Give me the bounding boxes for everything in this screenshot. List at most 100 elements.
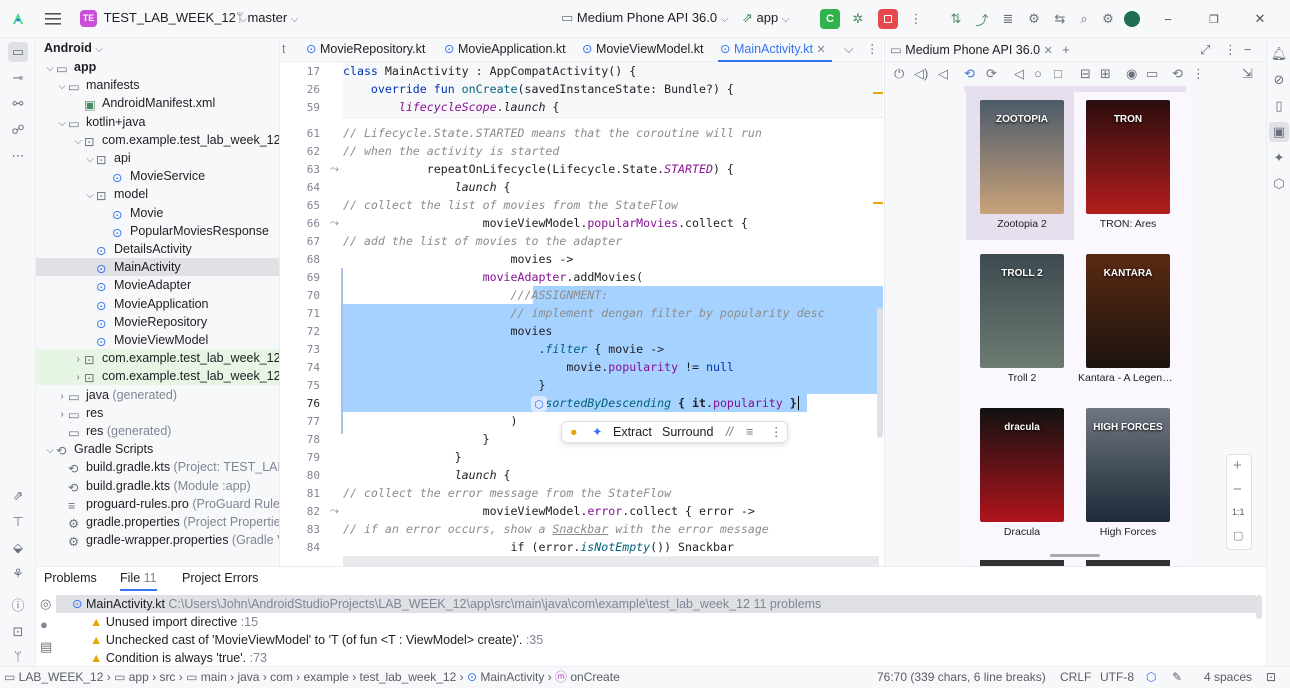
tab-list-button[interactable]: ⌵ <box>842 38 853 62</box>
restore-icon[interactable]: ❐ <box>1204 9 1224 29</box>
zoom-in-icon[interactable]: + <box>1233 457 1242 474</box>
line-number[interactable]: 81 <box>280 487 320 500</box>
gemini-icon[interactable]: ⊘ <box>1269 70 1289 90</box>
tab-project-errors[interactable]: Project Errors <box>182 571 258 585</box>
breadcrumb-item[interactable]: example <box>304 670 349 684</box>
line-number[interactable]: 62 <box>280 145 320 158</box>
horizontal-scrollbar[interactable] <box>343 556 879 566</box>
line-number[interactable]: 82 <box>280 505 320 518</box>
line-number[interactable]: 67 <box>280 235 320 248</box>
minimize-panel-icon[interactable]: − <box>1244 42 1252 57</box>
more-icon[interactable]: ⋮ <box>1192 66 1205 82</box>
chevron-down-icon[interactable]: ⌵ <box>72 133 84 149</box>
line-number[interactable]: 59 <box>280 101 320 114</box>
indent-setting[interactable]: 4 spaces <box>1204 667 1252 688</box>
line-number[interactable]: 80 <box>280 469 320 482</box>
logcat-icon[interactable]: ⚘ <box>8 564 28 584</box>
editor-more-button[interactable]: ⋮ <box>864 38 879 62</box>
lightbulb-icon[interactable]: ● <box>40 617 48 632</box>
chevron-right-icon[interactable]: › <box>72 351 84 367</box>
gemini-icon[interactable]: ✦ <box>592 422 602 442</box>
line-number[interactable]: 68 <box>280 253 320 266</box>
tree-item[interactable]: ▭ res (generated) <box>36 422 279 440</box>
line-number[interactable]: 78 <box>280 433 320 446</box>
tab-movierepository[interactable]: ⊙ MovieRepository.kt <box>304 38 425 62</box>
commit-tool-icon[interactable]: ⊸ <box>8 68 28 88</box>
line-number[interactable]: 61 <box>280 127 320 140</box>
minimize-icon[interactable]: − <box>1158 9 1178 29</box>
more-icon[interactable]: ⋮ <box>770 422 783 442</box>
chevron-right-icon[interactable]: › <box>56 406 68 422</box>
chevron-down-icon[interactable]: ⌵ <box>44 442 56 458</box>
tree-item[interactable]: ⌵ ⟲ Gradle Scripts <box>36 440 279 458</box>
tree-item[interactable]: ⊙ PopularMoviesResponse <box>36 222 279 240</box>
movie-card[interactable]: TROLL 2 Troll 2 <box>972 254 1072 384</box>
add-device-icon[interactable]: + <box>1062 43 1069 57</box>
notifications-icon[interactable]: 🔔︎ <box>1269 44 1289 64</box>
build-variants-icon[interactable]: ⚙ <box>1024 9 1044 29</box>
gradle-icon[interactable]: ⬡ <box>1269 174 1289 194</box>
chevron-down-icon[interactable]: ⌵ <box>84 151 96 167</box>
tree-item[interactable]: ⚙ gradle-wrapper.properties (Gradle Versi… <box>36 531 279 549</box>
problems-tool-icon[interactable]: ⓘ <box>8 594 28 614</box>
tree-item[interactable]: ⊙ Movie <box>36 204 279 222</box>
settings-icon[interactable]: ⚙ <box>1098 9 1118 29</box>
breadcrumb-item[interactable]: src <box>159 670 175 684</box>
branch-selector[interactable]: ᛘ master ⌵ <box>236 10 298 25</box>
line-number[interactable]: 83 <box>280 523 320 536</box>
tree-item[interactable]: ⟲ build.gradle.kts (Project: TEST_LAB_WEE… <box>36 458 279 476</box>
main-menu-icon[interactable] <box>44 10 62 28</box>
lock-icon[interactable]: ⊡ <box>1266 667 1276 688</box>
sdk-manager-icon[interactable]: ≣ <box>998 9 1018 29</box>
line-number[interactable]: 63 <box>280 163 320 176</box>
overview-icon[interactable]: □ <box>1054 66 1062 81</box>
line-number[interactable]: 79 <box>280 451 320 464</box>
line-number[interactable]: 69 <box>280 271 320 284</box>
resource-manager-icon[interactable]: ☍ <box>8 120 28 140</box>
reformat-icon[interactable]: ≡ <box>746 422 753 442</box>
vertical-scrollbar[interactable] <box>877 308 883 438</box>
comment-icon[interactable]: // <box>726 422 733 442</box>
rotate-right-icon[interactable]: ⟳ <box>986 66 997 82</box>
tree-item[interactable]: › ▭ res <box>36 404 279 422</box>
more-actions-icon[interactable]: ⋮ <box>906 9 926 29</box>
ai-assistant-icon[interactable]: ✦ <box>1269 148 1289 168</box>
problem-item[interactable]: ▲ Unused import directive :15 <box>90 613 258 631</box>
tab-mainactivity[interactable]: ⊙ MainActivity.kt ✕ <box>718 38 832 62</box>
terminal-tool-icon[interactable]: ⊤ <box>8 512 28 532</box>
line-number[interactable]: 84 <box>280 541 320 554</box>
surround-button[interactable]: Surround <box>662 422 713 442</box>
more-tools-icon[interactable]: ⋯ <box>8 146 28 166</box>
gemini-status-icon[interactable]: ⬡ <box>1146 667 1156 688</box>
movie-card[interactable]: TRON TRON: Ares <box>1078 100 1178 230</box>
line-number[interactable]: 64 <box>280 181 320 194</box>
tab-overflow[interactable]: t <box>280 38 285 62</box>
gemini-suggestion-icon[interactable]: ⬡ <box>531 396 547 412</box>
chevron-down-icon[interactable]: ⌵ <box>56 115 68 131</box>
line-number[interactable]: 65 <box>280 199 320 212</box>
movie-card[interactable]: ZOOTOPIA Zootopia 2 <box>972 100 1072 230</box>
close-tab-icon[interactable]: ✕ <box>816 44 825 56</box>
movie-card[interactable]: HIGH FORCES High Forces <box>1078 408 1178 538</box>
tree-item[interactable]: ⌵ ⊡ api <box>36 149 279 167</box>
volume-down-icon[interactable]: ◁ <box>938 66 948 82</box>
tree-item[interactable]: ⊙ MovieService <box>36 167 279 185</box>
search-icon[interactable]: ⌕ <box>1074 9 1094 29</box>
power-icon[interactable]: ⏻ <box>894 66 904 82</box>
tree-item[interactable]: ≡ proguard-rules.pro (ProGuard Rules for … <box>36 495 279 513</box>
tree-item[interactable]: › ▭ java (generated) <box>36 386 279 404</box>
problem-item[interactable]: ▲ Condition is always 'true'. :73 <box>90 649 267 667</box>
terminal-icon[interactable]: ⊡ <box>8 622 28 642</box>
line-number[interactable]: 71 <box>280 307 320 320</box>
mirror-icon[interactable]: ⊞ <box>1100 66 1111 82</box>
tree-item[interactable]: › ⊡ com.example.test_lab_week_12 <box>36 349 279 368</box>
close-icon[interactable]: ✕ <box>1250 9 1270 29</box>
line-number[interactable]: 72 <box>280 325 320 338</box>
tree-item[interactable]: ⌵ ⊡ model <box>36 185 279 203</box>
file-encoding[interactable]: UTF-8 <box>1100 667 1134 688</box>
tree-item[interactable]: ⌵ ⊡ com.example.test_lab_week_12 <box>36 131 279 149</box>
breadcrumb-item[interactable]: test_lab_week_12 <box>360 670 457 684</box>
breadcrumb-item[interactable]: com <box>270 670 293 684</box>
line-number[interactable]: 73 <box>280 343 320 356</box>
breadcrumb-item[interactable]: ⓜ onCreate <box>555 670 620 684</box>
